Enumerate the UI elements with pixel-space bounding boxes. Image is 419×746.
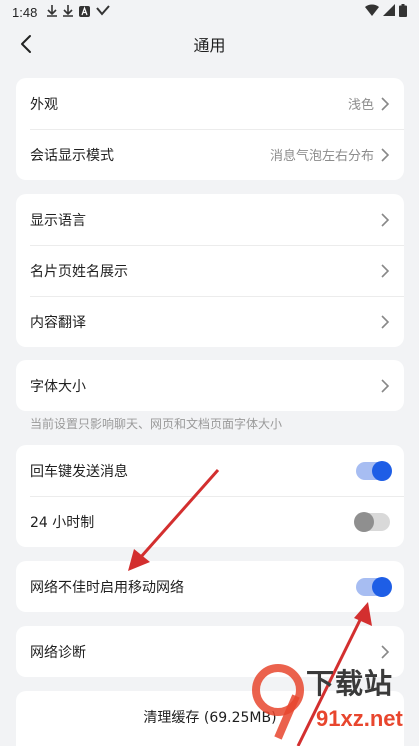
settings-group-input: 回车键发送消息 24 小时制: [16, 445, 404, 547]
page-title: 通用: [193, 36, 226, 55]
setting-label: 网络不佳时启用移动网络: [30, 579, 184, 596]
header: 通用: [0, 26, 419, 62]
mobile-network-toggle[interactable]: [356, 576, 392, 597]
setting-enter-send: 回车键发送消息: [16, 445, 404, 496]
status-time: 1:48: [12, 4, 38, 20]
chevron-right-icon: [381, 212, 390, 227]
enter-send-toggle[interactable]: [356, 460, 392, 481]
clock-24h-toggle[interactable]: [354, 511, 390, 532]
setting-font-size[interactable]: 字体大小: [16, 360, 404, 411]
watermark-logo-icon: [252, 664, 304, 740]
setting-translate[interactable]: 内容翻译: [16, 296, 404, 347]
setting-card-name[interactable]: 名片页姓名展示: [16, 245, 404, 296]
setting-24h-clock: 24 小时制: [16, 496, 404, 547]
download-icon: [63, 5, 74, 19]
watermark-text: 下载站: [306, 667, 394, 700]
watermark-url: 91xz.net: [316, 706, 403, 731]
chevron-right-icon: [381, 263, 390, 278]
setting-label: 外观: [30, 96, 58, 113]
back-button[interactable]: [12, 30, 40, 58]
font-size-hint: 当前设置只影响聊天、网页和文档页面字体大小: [30, 417, 283, 431]
setting-label: 名片页姓名展示: [30, 263, 128, 280]
setting-label: 内容翻译: [30, 314, 86, 331]
setting-label: 回车键发送消息: [30, 463, 128, 480]
status-bar: 1:48: [0, 0, 419, 24]
settings-group-network: 网络不佳时启用移动网络: [16, 561, 404, 612]
settings-group-font: 字体大小: [16, 360, 404, 411]
setting-label: 显示语言: [30, 212, 86, 229]
battery-icon: [399, 3, 407, 21]
setting-value: 浅色: [347, 98, 374, 113]
back-arrow-icon: [21, 35, 31, 53]
settings-group-display: 外观 浅色 会话显示模式 消息气泡左右分布: [16, 78, 404, 180]
setting-label: 字体大小: [30, 378, 86, 395]
chevron-right-icon: [381, 96, 390, 111]
setting-appearance[interactable]: 外观 浅色: [16, 78, 404, 129]
setting-value: 消息气泡左右分布: [269, 149, 374, 164]
chevron-right-icon: [381, 147, 390, 162]
chevron-right-icon: [381, 378, 390, 393]
setting-mobile-network: 网络不佳时启用移动网络: [16, 561, 404, 612]
setting-chat-mode[interactable]: 会话显示模式 消息气泡左右分布: [16, 129, 404, 180]
setting-language[interactable]: 显示语言: [16, 194, 404, 245]
setting-label: 24 小时制: [30, 514, 95, 531]
wifi-icon: [365, 4, 379, 20]
signal-icon: [383, 4, 395, 20]
sync-icon: [96, 5, 111, 19]
watermark: 下载站 91xz.net: [248, 656, 419, 746]
settings-group-language: 显示语言 名片页姓名展示 内容翻译: [16, 194, 404, 347]
download-icon: [47, 5, 58, 19]
a-box-icon: [79, 5, 91, 19]
setting-label: 会话显示模式: [30, 147, 114, 164]
chevron-right-icon: [381, 314, 390, 329]
